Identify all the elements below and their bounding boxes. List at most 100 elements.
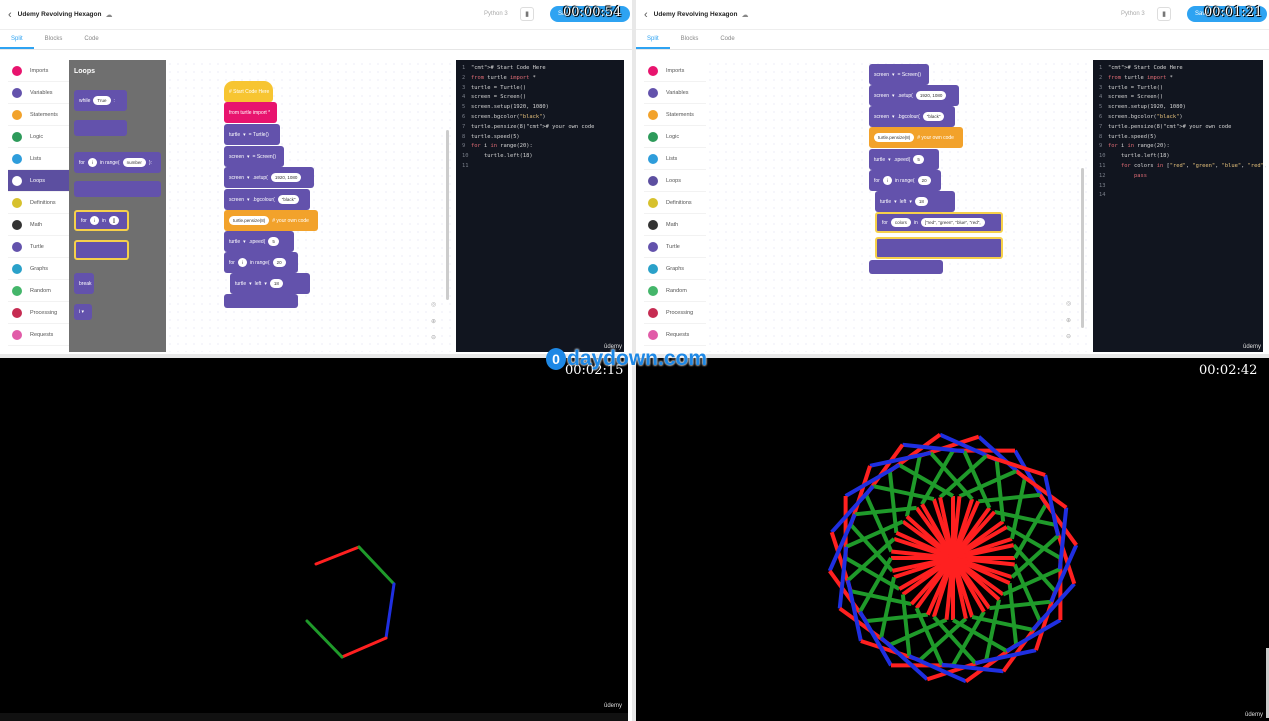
sidebar-item-statements[interactable]: Statements xyxy=(8,104,70,126)
sidebar-item-imports[interactable]: Imports xyxy=(644,60,706,82)
code-line[interactable]: 2 from turtle import * xyxy=(462,74,618,84)
sidebar-item-logic[interactable]: Logic xyxy=(8,126,70,148)
speed-block[interactable]: turtle ▾ .speed(5 xyxy=(224,231,294,252)
sidebar-item-imports[interactable]: Imports xyxy=(8,60,70,82)
speed-arg[interactable]: 5 xyxy=(913,155,924,164)
code-line[interactable]: 13 xyxy=(1099,182,1257,192)
trash-icon[interactable]: ▮ xyxy=(520,7,534,21)
sidebar-item-definitions[interactable]: Definitions xyxy=(644,192,706,214)
code-line[interactable]: 11 xyxy=(462,162,618,172)
var-name[interactable]: turtle xyxy=(235,281,246,287)
var-name[interactable]: turtle xyxy=(229,132,240,138)
sidebar-item-variables[interactable]: Variables xyxy=(8,82,70,104)
tab-blocks[interactable]: Blocks xyxy=(34,30,74,49)
tab-split[interactable]: Split xyxy=(0,30,34,49)
speed-arg[interactable]: 5 xyxy=(268,237,279,246)
back-arrow-icon[interactable]: ‹ xyxy=(644,9,648,21)
code-line[interactable]: 3 turtle = Turtle() xyxy=(1099,84,1257,94)
var-name[interactable]: turtle xyxy=(880,199,891,205)
zoom-in-icon[interactable]: ⊕ xyxy=(431,318,436,325)
sidebar-item-random[interactable]: Random xyxy=(8,280,70,302)
setup-arg[interactable]: 1920, 1080 xyxy=(915,91,947,100)
sidebar-item-graphs[interactable]: Graphs xyxy=(8,258,70,280)
workspace-scrollbar[interactable] xyxy=(446,130,449,300)
bgcolour-arg[interactable]: "black" xyxy=(922,112,945,121)
sidebar-item-turtle[interactable]: Turtle xyxy=(644,236,706,258)
block-workspace[interactable]: screen ▾ = Screen() screen ▾ .setup(1920, 10… xyxy=(706,60,1089,352)
setup-block[interactable]: screen ▾ .setup(1920, 1080 xyxy=(869,85,959,106)
sidebar-item-turtle[interactable]: Turtle xyxy=(8,236,70,258)
video-control-bar[interactable] xyxy=(0,713,628,721)
sidebar-item-graphs[interactable]: Graphs xyxy=(644,258,706,280)
for-var[interactable]: colors xyxy=(890,218,911,227)
sidebar-item-lists[interactable]: Lists xyxy=(8,148,70,170)
workspace-scrollbar[interactable] xyxy=(1081,168,1084,328)
while-value[interactable]: True xyxy=(93,96,111,105)
code-line[interactable]: 8 turtle.speed(5) xyxy=(462,133,618,143)
code-line[interactable]: 10 turtle.left(18) xyxy=(1099,152,1257,162)
code-line[interactable]: 5 screen.setup(1920, 1080) xyxy=(462,103,618,113)
setup-block[interactable]: screen ▾ .setup(1920, 1080 xyxy=(224,167,314,188)
tab-blocks[interactable]: Blocks xyxy=(670,30,710,49)
var-name[interactable]: screen xyxy=(229,175,244,181)
screen-assign-block[interactable]: screen ▾ = Screen() xyxy=(869,64,929,85)
block-workspace[interactable]: # Start Code Here from turtle import * t… xyxy=(166,60,452,352)
for-in-block[interactable]: for i in [] xyxy=(74,210,129,231)
trash-icon[interactable]: ▮ xyxy=(1157,7,1171,21)
var-name[interactable]: screen xyxy=(874,114,889,120)
code-line[interactable]: 4 screen = Screen() xyxy=(1099,93,1257,103)
range-arg[interactable]: 20 xyxy=(272,258,286,267)
tab-code[interactable]: Code xyxy=(73,30,109,49)
zoom-reset-icon[interactable]: ◎ xyxy=(431,301,436,308)
back-arrow-icon[interactable]: ‹ xyxy=(8,9,12,21)
var-name[interactable]: screen xyxy=(874,93,889,99)
zoom-reset-icon[interactable]: ◎ xyxy=(1066,300,1071,307)
zoom-out-icon[interactable]: ⊖ xyxy=(1066,333,1071,340)
range-arg[interactable]: 20 xyxy=(917,176,931,185)
left-block[interactable]: turtle ▾ left ▾ 18 xyxy=(875,191,955,212)
code-line[interactable]: 3 turtle = Turtle() xyxy=(462,84,618,94)
sidebar-item-loops[interactable]: Loops xyxy=(8,170,70,192)
code-line[interactable]: 1 "cmt"># Start Code Here xyxy=(1099,64,1257,74)
for-range-block[interactable]: for i in range(20 xyxy=(869,170,941,191)
tab-code[interactable]: Code xyxy=(709,30,745,49)
sidebar-item-math[interactable]: Math xyxy=(644,214,706,236)
zoom-in-icon[interactable]: ⊕ xyxy=(1066,317,1071,324)
for-var[interactable]: i xyxy=(882,176,892,185)
sidebar-item-random[interactable]: Random xyxy=(644,280,706,302)
while-block[interactable]: while True : xyxy=(74,90,127,111)
sidebar-item-processing[interactable]: Processing xyxy=(8,302,70,324)
tab-split[interactable]: Split xyxy=(636,30,670,49)
bgcolour-arg[interactable]: "black" xyxy=(277,195,300,204)
code-line[interactable]: 11 for colors in ["red", "green", "blue"… xyxy=(1099,162,1267,172)
variable-block[interactable]: i ▾ xyxy=(74,304,92,320)
sidebar-item-requests[interactable]: Requests xyxy=(8,324,70,346)
left-arg[interactable]: 18 xyxy=(914,197,928,206)
sidebar-item-logic[interactable]: Logic xyxy=(644,126,706,148)
sidebar-item-math[interactable]: Math xyxy=(8,214,70,236)
for-range-block[interactable]: for i in range(20 xyxy=(224,252,298,273)
code-line[interactable]: 10 turtle.left(18) xyxy=(462,152,618,162)
code-line[interactable]: 12 pass xyxy=(1099,172,1257,182)
code-line[interactable]: 9 for i in range(20): xyxy=(1099,142,1257,152)
for-var[interactable]: i xyxy=(237,258,247,267)
code-line[interactable]: 6 screen.bgcolor("black") xyxy=(462,113,618,123)
var-name[interactable]: turtle xyxy=(229,239,240,245)
left-block[interactable]: turtle ▾ left ▾ 18 xyxy=(230,273,310,294)
code-line[interactable]: 6 screen.bgcolor("black") xyxy=(1099,113,1257,123)
screen-assign-block[interactable]: screen ▾ = Screen() xyxy=(224,146,284,167)
pensize-block[interactable]: turtle.pensize(8) # your own code xyxy=(224,210,318,231)
code-line[interactable]: 8 turtle.speed(5) xyxy=(1099,133,1257,143)
left-arg[interactable]: 18 xyxy=(269,279,283,288)
speed-block[interactable]: turtle ▾ .speed(5 xyxy=(869,149,939,170)
code-line[interactable]: 7 turtle.pensize(8)"cmt"># your own code xyxy=(1099,123,1257,133)
code-line[interactable]: 7 turtle.pensize(8)"cmt"># your own code xyxy=(462,123,618,133)
code-editor[interactable]: 1 "cmt"># Start Code Here 2 from turtle imp… xyxy=(456,60,624,352)
sidebar-item-variables[interactable]: Variables xyxy=(644,82,706,104)
sidebar-item-processing[interactable]: Processing xyxy=(644,302,706,324)
code-line[interactable]: 4 screen = Screen() xyxy=(462,93,618,103)
code-line[interactable]: 14 xyxy=(1099,191,1257,201)
turtle-assign-block[interactable]: turtle ▾ = Turtle() xyxy=(224,124,280,145)
var-name[interactable]: screen xyxy=(229,154,244,160)
for-var[interactable]: i xyxy=(87,158,97,167)
